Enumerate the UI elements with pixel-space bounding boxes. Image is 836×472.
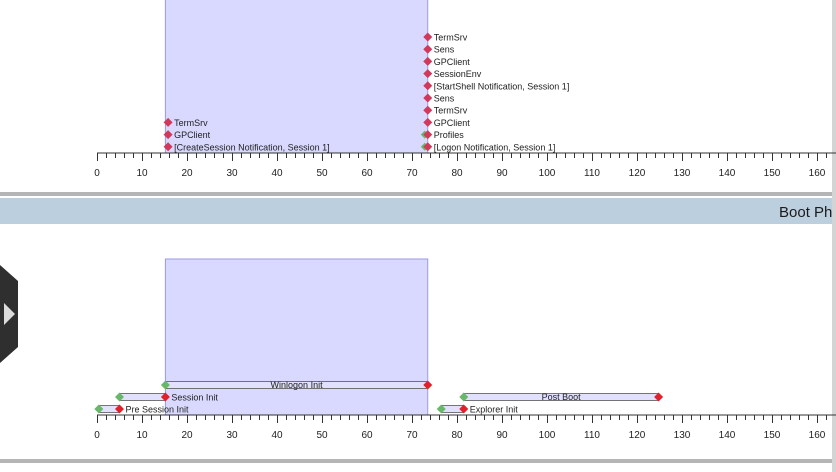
axis-tick-label: 70	[406, 168, 418, 179]
event-label: [CreateSession Notification, Session 1]	[174, 142, 330, 152]
right-edge	[832, 0, 836, 472]
axis-tick-label: 0	[94, 168, 100, 179]
event-label: [StartShell Notification, Session 1]	[434, 81, 570, 91]
event-marker[interactable]: [CreateSession Notification, Session 1]	[163, 142, 330, 152]
phase-label: Pre Session Init	[126, 405, 190, 415]
axis-tick-label: 60	[361, 430, 373, 441]
axis-tick-label: 80	[451, 168, 463, 179]
axis-tick-label: 10	[136, 168, 148, 179]
event-label: [Logon Notification, Session 1]	[434, 142, 556, 152]
axis-tick-label: 80	[451, 430, 463, 441]
axis-tick-label: 150	[764, 430, 781, 441]
event-marker[interactable]: Profiles	[420, 130, 465, 140]
event-marker[interactable]: [StartShell Notification, Session 1]	[423, 81, 569, 91]
phase-label: Winlogon Init	[271, 380, 324, 390]
event-label: Sens	[434, 45, 455, 55]
axis-tick-label: 50	[316, 168, 328, 179]
axis-tick-label: 110	[584, 168, 600, 179]
axis-tick-label: 160	[809, 168, 826, 179]
event-marker[interactable]: Sens	[423, 93, 455, 104]
axis-tick-label: 110	[584, 430, 600, 441]
section-header-band	[0, 198, 836, 224]
event-label: GPClient	[434, 57, 471, 67]
event-label: SessionEnv	[434, 69, 482, 79]
axis-tick-label: 100	[539, 430, 556, 441]
timeline-view: 0 10 20 30 40 50 60 70 80 90 100 110 120 130 140 150 160…	[0, 0, 836, 472]
axis-tick-label: 50	[316, 430, 328, 441]
event-marker[interactable]: [Logon Notification, Session 1]	[420, 142, 556, 152]
axis-tick-label: 130	[674, 430, 691, 441]
axis-tick-label: 90	[496, 168, 508, 179]
event-marker[interactable]: Sens	[423, 44, 455, 55]
expand-panel-icon[interactable]	[0, 265, 18, 363]
event-label: Sens	[434, 94, 455, 104]
axis-tick-label: 160	[809, 430, 826, 441]
axis-tick-label: 30	[226, 168, 238, 179]
event-label: GPClient	[434, 118, 471, 128]
section-title: Boot Ph	[779, 204, 833, 221]
axis-tick-label: 150	[764, 168, 781, 179]
event-label: TermSrv	[434, 33, 468, 43]
event-label: Profiles	[434, 130, 465, 140]
axis-tick-label: 40	[271, 168, 283, 179]
axis-tick-label: 40	[271, 430, 283, 441]
event-label: GPClient	[174, 130, 211, 140]
phase-label: Session Init	[171, 393, 218, 403]
phase-label: Explorer Init	[470, 405, 519, 415]
event-label: TermSrv	[434, 106, 468, 116]
axis-tick-label: 140	[719, 168, 736, 179]
axis-tick-label: 120	[629, 168, 646, 179]
axis-tick-label: 120	[629, 430, 646, 441]
phase-bar[interactable]: Winlogon Init	[160, 380, 433, 390]
axis-tick-label: 20	[181, 168, 193, 179]
phase-bar[interactable]: Post Boot	[459, 392, 664, 402]
axis-tick-label: 20	[181, 430, 193, 441]
axis-tick-label: 0	[94, 430, 100, 441]
axis-tick-label: 60	[361, 168, 373, 179]
axis-tick-label: 30	[226, 430, 238, 441]
axis-tick-label: 90	[496, 430, 508, 441]
axis-tick-label: 100	[539, 168, 556, 179]
axis-tick-label: 10	[136, 430, 148, 441]
axis-tick-label: 70	[406, 430, 418, 441]
phase-label: Post Boot	[542, 392, 582, 402]
phase-bar-body[interactable]	[119, 393, 166, 401]
axis-tick-label: 140	[719, 430, 736, 441]
axis-tick-label: 130	[674, 168, 691, 179]
event-label: TermSrv	[174, 118, 208, 128]
